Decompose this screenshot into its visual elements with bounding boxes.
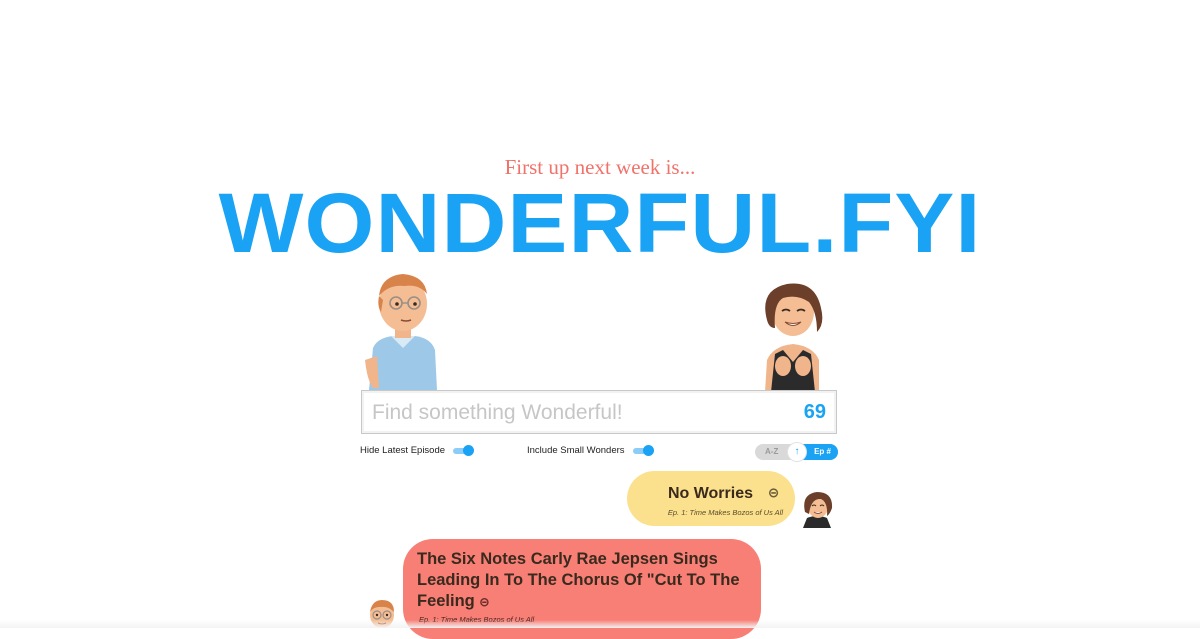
- link-icon[interactable]: ⊝: [768, 485, 779, 501]
- bottom-fade: [0, 620, 1200, 628]
- result-title-text[interactable]: The Six Notes Carly Rae Jepsen Sings Lea…: [417, 550, 740, 610]
- site-logo[interactable]: WONDERFUL.FYI: [0, 178, 1200, 268]
- switch-knob: [463, 444, 475, 456]
- woman-host-illustration: [765, 283, 823, 392]
- sort-direction-arrow-icon[interactable]: ↑: [788, 443, 806, 461]
- include-small-wonders-toggle[interactable]: Include Small Wonders: [527, 444, 654, 456]
- hide-latest-episode-label: Hide Latest Episode: [360, 445, 446, 456]
- man-host-illustration: [365, 274, 437, 390]
- link-icon[interactable]: ⊝: [479, 595, 489, 609]
- sort-toggle[interactable]: A-Z Ep # ↑: [755, 443, 838, 461]
- include-small-wonders-label: Include Small Wonders: [527, 445, 625, 456]
- sort-az-option[interactable]: A-Z: [765, 447, 778, 456]
- switch-knob: [642, 444, 654, 456]
- hide-latest-episode-switch[interactable]: [453, 444, 475, 456]
- result-episode: Ep. 1: Time Makes Bozos of Us All: [667, 508, 783, 517]
- include-small-wonders-switch[interactable]: [632, 444, 654, 456]
- search-input[interactable]: [370, 396, 774, 430]
- result-title[interactable]: The Six Notes Carly Rae Jepsen Sings Lea…: [417, 549, 757, 613]
- result-title[interactable]: No Worries: [668, 485, 753, 503]
- result-count: 69: [803, 401, 826, 423]
- hide-latest-episode-toggle[interactable]: Hide Latest Episode: [360, 444, 475, 456]
- search-box[interactable]: 69: [361, 390, 837, 434]
- result-item-no-worries[interactable]: No Worries ⊝ Ep. 1: Time Makes Bozos of …: [627, 471, 795, 526]
- woman-host-avatar: [803, 492, 833, 528]
